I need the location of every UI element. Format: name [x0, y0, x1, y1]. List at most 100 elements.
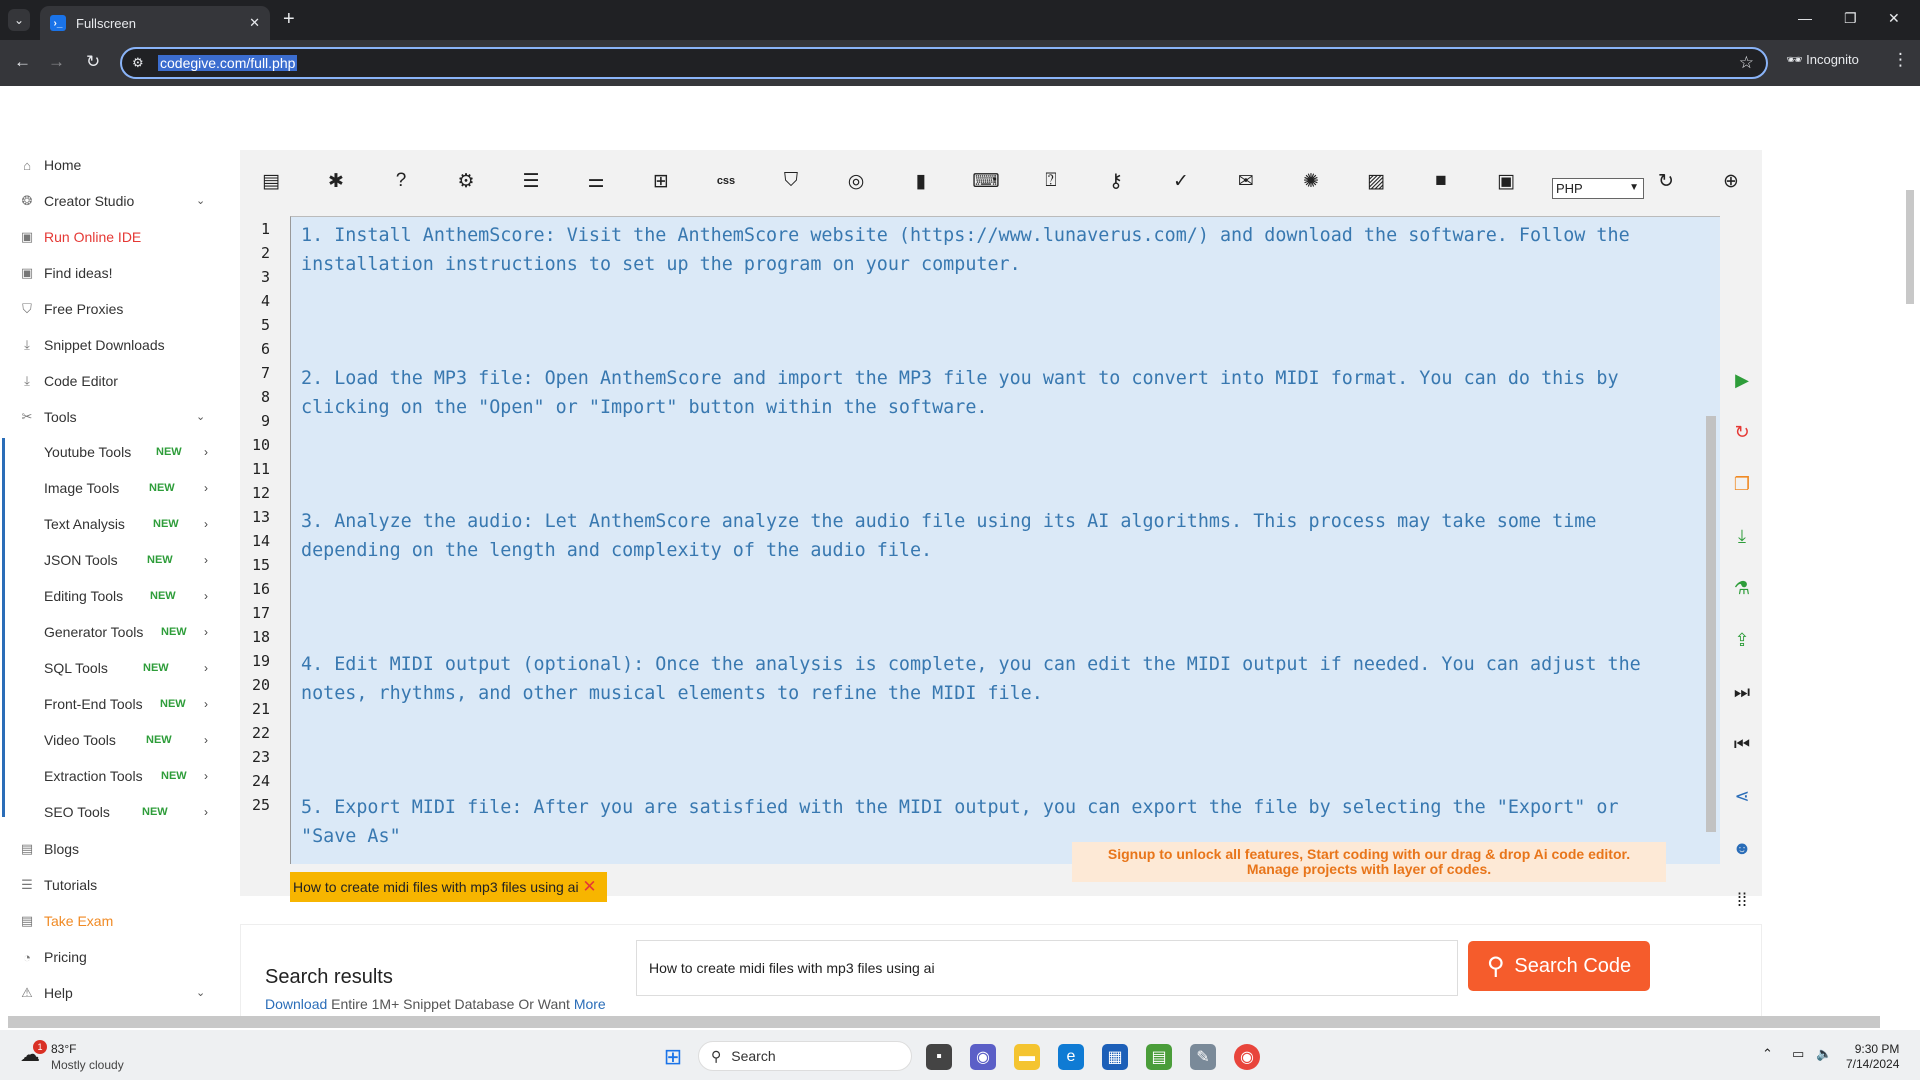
- sidebar-item-find-ideas[interactable]: ▣ Find ideas!: [18, 262, 113, 284]
- users-icon[interactable]: ☻: [1722, 838, 1762, 859]
- sidebar-item-home[interactable]: ⌂ Home: [18, 154, 81, 176]
- css-icon[interactable]: css: [715, 170, 737, 192]
- tune-icon[interactable]: ⚌: [585, 170, 607, 192]
- skip-previous-icon[interactable]: ⏮: [1722, 734, 1762, 755]
- list-icon[interactable]: ☰: [520, 170, 542, 192]
- url-input[interactable]: ⚙ codegive.com/full.php ☆: [120, 47, 1768, 79]
- clock[interactable]: 9:30 PM 7/14/2024: [1846, 1042, 1899, 1072]
- back-icon[interactable]: ←: [14, 52, 31, 72]
- bookmark-star-icon[interactable]: ☆: [1739, 53, 1754, 73]
- tool-text-analysis[interactable]: Text Analysis NEW ›: [44, 514, 214, 534]
- store-icon[interactable]: ▦: [1102, 1044, 1128, 1070]
- editor-scrollbar[interactable]: [1706, 416, 1716, 832]
- weather-desc[interactable]: Mostly cloudy: [51, 1058, 124, 1072]
- topic-tag[interactable]: How to create midi files with mp3 files …: [290, 872, 607, 902]
- refresh-icon[interactable]: ↻: [1655, 170, 1677, 192]
- search-code-button[interactable]: ⚲ Search Code: [1468, 941, 1650, 991]
- weather-temp[interactable]: 83°F: [51, 1042, 76, 1056]
- chevron-down-icon[interactable]: ⌄: [196, 410, 205, 423]
- key-icon[interactable]: ⚷: [1105, 170, 1127, 192]
- chrome-icon[interactable]: ◉: [1234, 1044, 1260, 1070]
- network-icon[interactable]: ✺: [1300, 170, 1322, 192]
- bug-icon[interactable]: ✱: [325, 170, 347, 192]
- tool-sql[interactable]: SQL Tools NEW ›: [44, 658, 214, 678]
- tool-image[interactable]: Image Tools NEW ›: [44, 478, 214, 498]
- restore-icon[interactable]: ❐: [1844, 10, 1857, 27]
- tool-app-icon[interactable]: ✎: [1190, 1044, 1216, 1070]
- chevron-down-icon[interactable]: ⌄: [196, 986, 205, 999]
- page-scrollbar[interactable]: [1906, 190, 1914, 304]
- tool-youtube[interactable]: Youtube Tools NEW ›: [44, 442, 214, 462]
- save-icon[interactable]: ▣: [1495, 170, 1517, 192]
- browser-menu-icon[interactable]: ⋮: [1892, 50, 1909, 70]
- code-editor-area[interactable]: 1. Install AnthemScore: Visit the Anthem…: [290, 216, 1720, 864]
- incognito-indicator[interactable]: 🕶 Incognito: [1786, 52, 1859, 68]
- sidebar-item-creator-studio[interactable]: ❂ Creator Studio: [18, 190, 135, 212]
- signup-banner[interactable]: Signup to unlock all features, Start cod…: [1072, 842, 1666, 882]
- terminal-icon[interactable]: ⌨: [972, 170, 999, 192]
- add-file-icon[interactable]: ⊕: [1720, 170, 1742, 192]
- sidebar-item-tutorials[interactable]: ☰ Tutorials: [18, 874, 97, 896]
- close-icon[interactable]: ✕: [582, 877, 596, 897]
- skip-next-icon[interactable]: ⏭: [1722, 682, 1762, 703]
- horizontal-scrollbar[interactable]: [8, 1016, 1880, 1028]
- chip-icon[interactable]: ⚙: [455, 170, 477, 192]
- folder-icon[interactable]: ▬: [1014, 1044, 1040, 1070]
- sidebar-item-pricing[interactable]: ◔ Pricing: [18, 946, 87, 968]
- image-icon[interactable]: ▨: [1365, 170, 1387, 192]
- comment-icon[interactable]: ✉: [1235, 170, 1257, 192]
- copy-icon[interactable]: ❐: [1722, 474, 1762, 495]
- tool-generator[interactable]: Generator Tools NEW ›: [44, 622, 214, 642]
- video-icon[interactable]: ■: [1430, 170, 1452, 192]
- tool-extraction[interactable]: Extraction Tools NEW ›: [44, 766, 214, 786]
- tool-seo[interactable]: SEO Tools NEW ›: [44, 802, 214, 822]
- share-icon[interactable]: ⋖: [1722, 786, 1762, 807]
- run-icon[interactable]: ▶: [1722, 370, 1762, 391]
- network-tray-icon[interactable]: ▭: [1792, 1046, 1804, 1062]
- sidebar-item-help[interactable]: ⚠ Help: [18, 982, 73, 1004]
- quiz-icon[interactable]: ⍰: [1040, 170, 1062, 192]
- shield-icon[interactable]: ⛉: [780, 170, 802, 192]
- forward-icon[interactable]: →: [48, 52, 65, 72]
- new-tab-icon[interactable]: +: [283, 8, 295, 31]
- sidebar-item-blogs[interactable]: ▤ Blogs: [18, 838, 79, 860]
- site-info-icon[interactable]: ⚙: [132, 55, 144, 71]
- download-icon[interactable]: ⤓: [1722, 526, 1762, 547]
- sidebar-item-snippet-downloads[interactable]: ⤓ Snippet Downloads: [18, 334, 165, 356]
- volume-icon[interactable]: 🔈: [1816, 1046, 1832, 1062]
- teams-icon[interactable]: ◉: [970, 1044, 996, 1070]
- sidebar-item-run-ide[interactable]: ▣ Run Online IDE: [18, 226, 141, 248]
- chevron-down-icon[interactable]: ⌄: [196, 194, 205, 207]
- file-icon[interactable]: ▪: [926, 1044, 952, 1070]
- checklist-icon[interactable]: ✓: [1170, 170, 1192, 192]
- grid-icon[interactable]: ⊞: [650, 170, 672, 192]
- edge-icon[interactable]: e: [1058, 1044, 1084, 1070]
- globe-icon[interactable]: ◎: [845, 170, 867, 192]
- sidebar-item-tools[interactable]: ✂ Tools: [18, 406, 77, 428]
- database-link[interactable]: Download Entire 1M+ Snippet Database Or …: [265, 996, 606, 1012]
- sheet-icon[interactable]: ▤: [1146, 1044, 1172, 1070]
- minimize-icon[interactable]: —: [1798, 10, 1812, 26]
- sidebar-item-free-proxies[interactable]: ⛉ Free Proxies: [18, 298, 123, 320]
- notes-icon[interactable]: ▤: [260, 170, 282, 192]
- sidebar-item-take-exam[interactable]: ▤ Take Exam: [18, 910, 113, 932]
- reload-icon[interactable]: ↻: [86, 52, 100, 72]
- tool-json[interactable]: JSON Tools NEW ›: [44, 550, 214, 570]
- tray-chevron-icon[interactable]: ⌃: [1762, 1046, 1773, 1062]
- windows-start-icon[interactable]: ⊞: [660, 1044, 686, 1070]
- help-circle-icon[interactable]: ?: [390, 170, 412, 192]
- url-text[interactable]: codegive.com/full.php: [158, 55, 298, 71]
- tool-front-end[interactable]: Front-End Tools NEW ›: [44, 694, 214, 714]
- sidebar-item-code-editor[interactable]: ⤓ Code Editor: [18, 370, 118, 392]
- window-close-icon[interactable]: ✕: [1888, 10, 1900, 27]
- tool-editing[interactable]: Editing Tools NEW ›: [44, 586, 214, 606]
- search-input[interactable]: How to create midi files with mp3 files …: [636, 940, 1458, 996]
- apps-grid-icon[interactable]: ⁞⁞: [1722, 890, 1762, 911]
- tool-video[interactable]: Video Tools NEW ›: [44, 730, 214, 750]
- reset-icon[interactable]: ↻: [1722, 422, 1762, 443]
- tab-close-icon[interactable]: ✕: [249, 15, 260, 31]
- language-select[interactable]: PHP ▼: [1552, 178, 1644, 199]
- tab-search-chevron-icon[interactable]: ⌄: [8, 9, 30, 31]
- browser-tab[interactable]: ›_ Fullscreen ✕: [40, 6, 270, 40]
- file-export-icon[interactable]: ⇪: [1722, 630, 1762, 651]
